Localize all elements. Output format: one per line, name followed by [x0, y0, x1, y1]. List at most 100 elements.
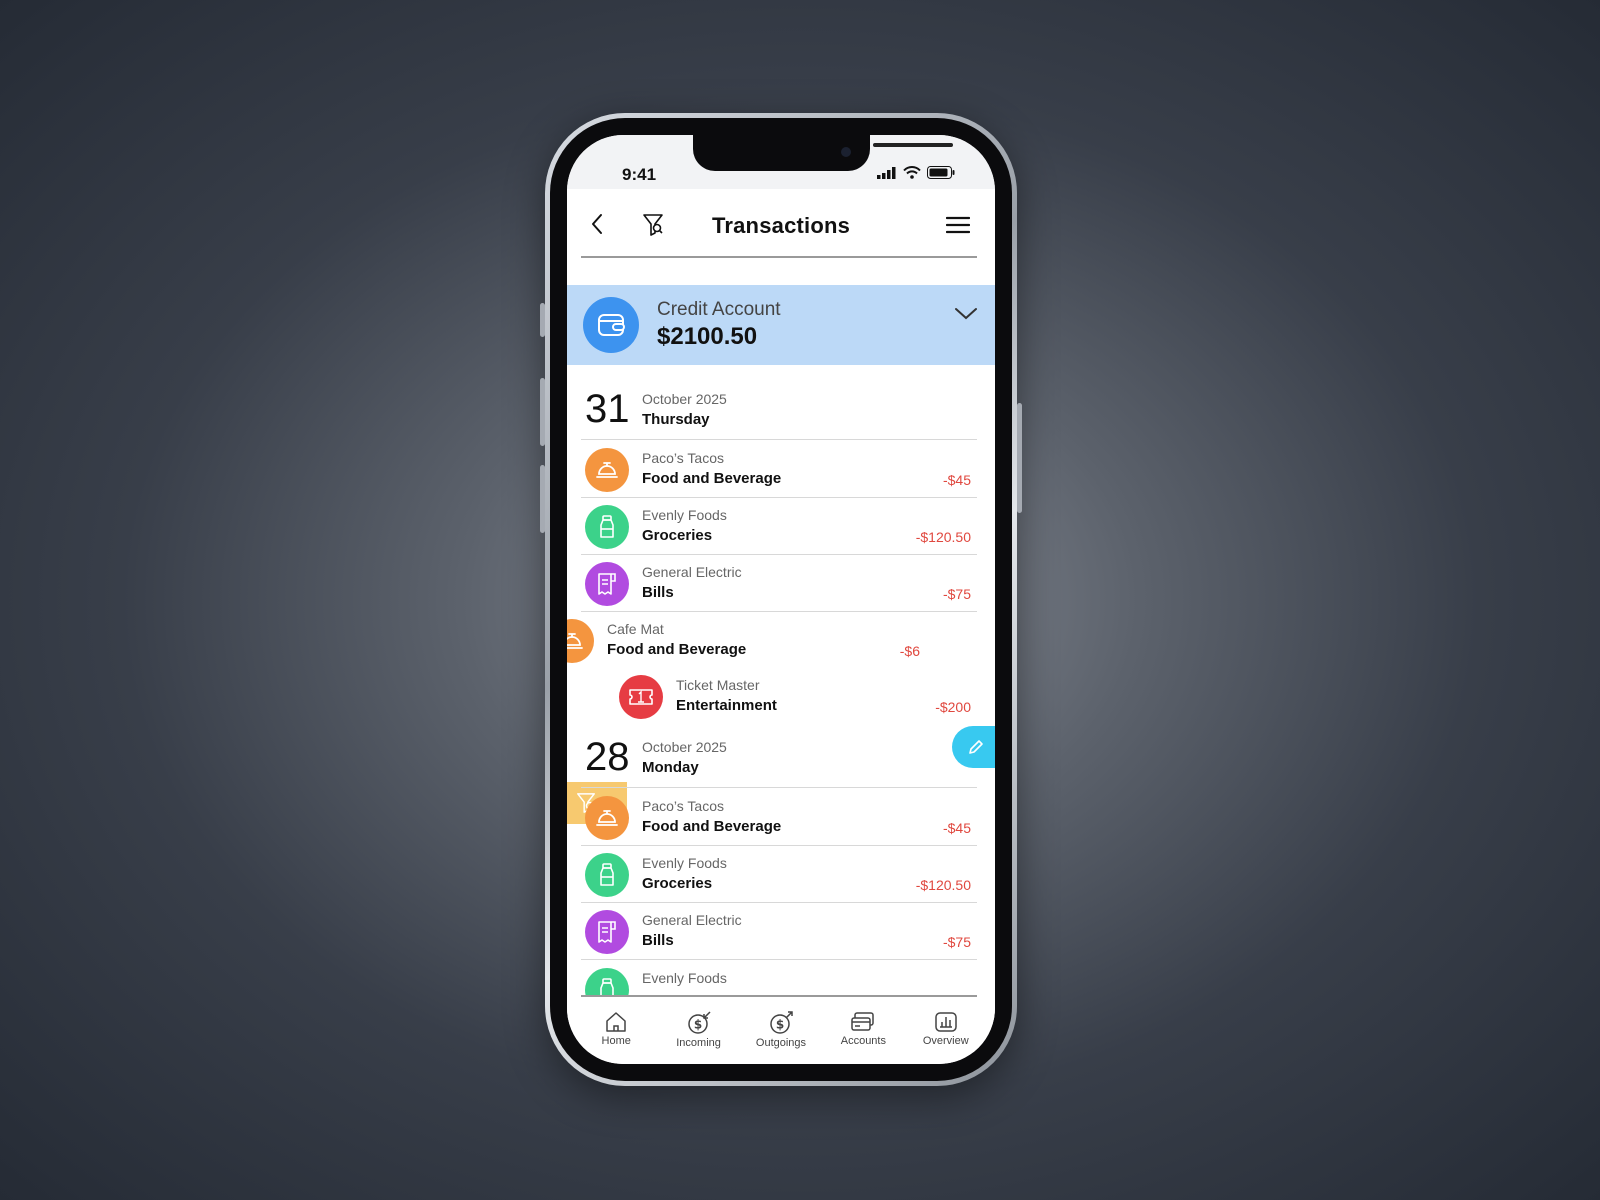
- transaction-avatar: [619, 675, 663, 719]
- transaction-category: Groceries: [642, 875, 713, 892]
- hamburger-menu-icon: [946, 216, 970, 234]
- date-weekday: Monday: [642, 759, 699, 776]
- battery-icon: [927, 166, 955, 179]
- transaction-amount: -$200: [935, 699, 971, 715]
- bell-icon: [596, 810, 618, 826]
- ticket-icon: [629, 689, 653, 705]
- transaction-row-partial[interactable]: Evenly Foods: [581, 961, 977, 995]
- merchant-name: Evenly Foods: [642, 507, 727, 523]
- transaction-category: Food and Beverage: [642, 818, 782, 835]
- merchant-name: Evenly Foods: [642, 970, 727, 986]
- transaction-row-swiped[interactable]: Cafe Mat Food and Beverage -$6: [567, 612, 942, 668]
- tab-label: Outgoings: [755, 1037, 807, 1049]
- date-header-28: 28 October 2025 Monday: [581, 727, 977, 788]
- phone-frame: 9:41 Transactions Credit Account $2100.5…: [540, 113, 1022, 1086]
- merchant-name: Paco’s Tacos: [642, 798, 724, 814]
- status-time: 9:41: [622, 165, 657, 184]
- tab-label: Accounts: [840, 1035, 886, 1047]
- account-name: Credit Account: [657, 299, 781, 320]
- home-icon: [606, 1012, 626, 1032]
- transaction-amount: -$75: [942, 586, 971, 602]
- incoming-dollar-icon: $: [687, 1011, 711, 1034]
- volume-down-button: [540, 465, 545, 533]
- transaction-row-swiped[interactable]: Ticket Master Entertainment -$200: [615, 668, 995, 724]
- bottle-icon: [600, 515, 614, 538]
- menu-button[interactable]: [945, 215, 971, 235]
- transaction-avatar: [585, 448, 629, 492]
- transaction-avatar: [567, 619, 594, 663]
- cards-icon: [851, 1012, 875, 1031]
- account-balance: $2100.50: [657, 323, 758, 350]
- tab-outgoings[interactable]: $ Outgoings: [742, 997, 820, 1064]
- transaction-row[interactable]: General Electric Bills -$75: [581, 555, 977, 612]
- date-day-number: 31: [585, 387, 630, 431]
- account-selector[interactable]: Credit Account $2100.50: [567, 285, 995, 365]
- date-weekday: Thursday: [642, 411, 710, 428]
- date-month: October 2025: [642, 391, 727, 407]
- mute-switch: [540, 303, 545, 337]
- speaker: [873, 143, 953, 147]
- tab-accounts[interactable]: Accounts: [824, 997, 902, 1064]
- receipt-icon: [598, 573, 616, 595]
- transaction-category: Bills: [642, 584, 674, 601]
- status-icons: [877, 166, 955, 179]
- tab-label: Home: [601, 1035, 631, 1047]
- transaction-category: Bills: [642, 932, 674, 949]
- merchant-name: Ticket Master: [676, 677, 760, 693]
- bell-icon: [567, 633, 583, 649]
- svg-text:$: $: [693, 1018, 701, 1032]
- transaction-row[interactable]: General Electric Bills -$75: [581, 903, 977, 960]
- transaction-category: Groceries: [642, 527, 713, 544]
- tab-label: Incoming: [676, 1037, 721, 1049]
- transaction-amount: -$45: [942, 472, 971, 488]
- bottle-icon: [600, 863, 614, 886]
- transaction-avatar: [585, 796, 629, 840]
- outgoing-dollar-icon: $: [770, 1011, 793, 1034]
- transaction-avatar: [585, 505, 629, 549]
- tab-overview[interactable]: Overview: [907, 997, 985, 1064]
- wallet-icon: [598, 314, 625, 336]
- bell-icon: [596, 462, 618, 478]
- transaction-amount: -$45: [942, 820, 971, 836]
- transaction-row[interactable]: Paco’s Tacos Food and Beverage -$45: [581, 441, 977, 498]
- tab-label: Overview: [922, 1035, 969, 1047]
- transaction-amount: -$120.50: [915, 529, 971, 545]
- merchant-name: Paco’s Tacos: [642, 450, 724, 466]
- receipt-icon: [598, 921, 616, 943]
- tab-home[interactable]: Home: [577, 997, 655, 1064]
- transaction-category: Food and Beverage: [642, 470, 782, 487]
- transaction-avatar: [585, 853, 629, 897]
- header-divider: [581, 256, 977, 258]
- chevron-down-icon[interactable]: [955, 307, 977, 321]
- transaction-category: Entertainment: [676, 697, 777, 714]
- transaction-row[interactable]: Evenly Foods Groceries -$120.50: [581, 846, 977, 903]
- date-month: October 2025: [642, 739, 727, 755]
- front-camera: [841, 147, 851, 157]
- chart-icon: [935, 1012, 957, 1032]
- page-title: Transactions: [711, 213, 851, 238]
- svg-text:$: $: [776, 1018, 784, 1032]
- transaction-category: Food and Beverage: [607, 641, 747, 658]
- transaction-avatar: [585, 562, 629, 606]
- date-header-31: 31 October 2025 Thursday: [581, 379, 977, 440]
- transaction-amount: -$120.50: [915, 877, 971, 893]
- transaction-row[interactable]: Paco’s Tacos Food and Beverage -$45: [581, 789, 977, 846]
- volume-up-button: [540, 378, 545, 446]
- merchant-name: General Electric: [642, 564, 742, 580]
- date-day-number: 28: [585, 735, 630, 779]
- power-button: [1017, 403, 1022, 513]
- bottle-icon: [600, 978, 614, 995]
- account-avatar: [583, 297, 639, 353]
- transaction-avatar: [585, 968, 629, 995]
- signal-icon: [877, 166, 896, 179]
- merchant-name: Evenly Foods: [642, 855, 727, 871]
- merchant-name: Cafe Mat: [607, 621, 664, 637]
- transaction-amount: -$6: [899, 643, 920, 659]
- app-screen: 9:41 Transactions Credit Account $2100.5…: [567, 135, 995, 1064]
- transaction-avatar: [585, 910, 629, 954]
- wifi-icon: [903, 166, 921, 179]
- bottom-tab-bar: Home $ Incoming $ Outgoings Accounts Ove…: [567, 997, 995, 1064]
- transaction-row[interactable]: Evenly Foods Groceries -$120.50: [581, 498, 977, 555]
- transaction-amount: -$75: [942, 934, 971, 950]
- tab-incoming[interactable]: $ Incoming: [660, 997, 738, 1064]
